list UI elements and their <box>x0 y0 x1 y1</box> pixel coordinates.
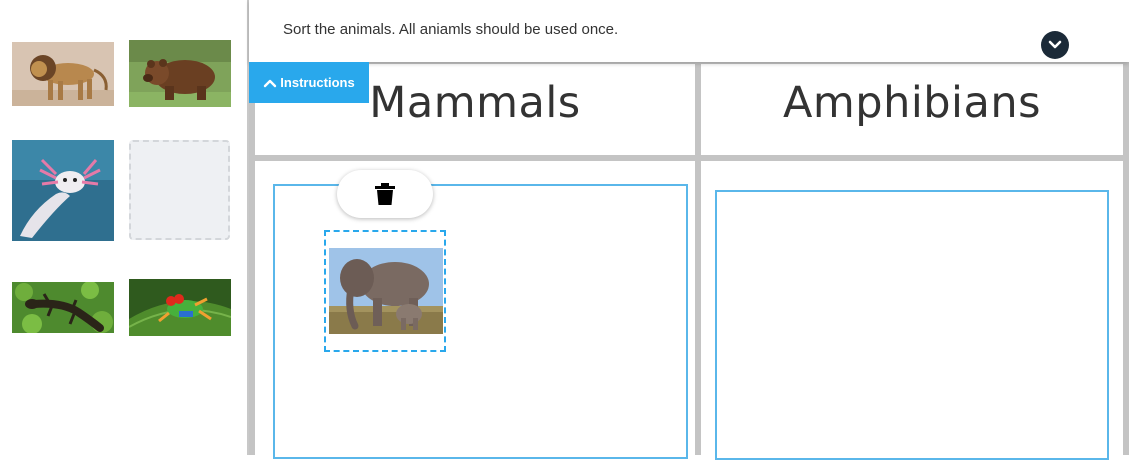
delete-button[interactable] <box>337 170 433 218</box>
tree-frog-image <box>129 279 231 336</box>
elephant-tile <box>329 248 443 334</box>
lion-image <box>12 42 114 106</box>
trash-icon <box>375 183 395 205</box>
dropzone-amphibians[interactable] <box>715 190 1109 460</box>
animal-tile-axolotl[interactable] <box>12 140 114 241</box>
animal-tile-brown-bear[interactable] <box>129 40 231 107</box>
column-body-amphibians <box>701 161 1123 460</box>
column-title: Amphibians <box>782 78 1042 128</box>
empty-tile-slot <box>129 140 230 240</box>
elephant-image <box>329 248 443 334</box>
header-bar: Sort the animals. All aniamls should be … <box>249 0 1129 62</box>
animal-tray <box>0 0 248 455</box>
column-header-amphibians: Amphibians <box>701 64 1123 155</box>
bear-image <box>129 40 231 107</box>
animal-tile-tree-frog[interactable] <box>129 279 231 336</box>
animal-tile-salamander[interactable] <box>12 282 114 333</box>
chevron-up-icon <box>264 79 277 87</box>
collapse-header-button[interactable] <box>1041 31 1069 59</box>
animal-tile-lion[interactable] <box>12 42 114 106</box>
instructions-label: Instructions <box>280 75 355 90</box>
chevron-down-icon <box>1048 40 1062 49</box>
axolotl-image <box>12 140 114 241</box>
task-prompt: Sort the animals. All aniamls should be … <box>283 21 619 38</box>
salamander-image <box>12 282 114 333</box>
placed-tile-elephant[interactable] <box>324 230 446 352</box>
instructions-button[interactable]: Instructions <box>249 62 369 103</box>
column-body-mammals <box>255 161 695 459</box>
